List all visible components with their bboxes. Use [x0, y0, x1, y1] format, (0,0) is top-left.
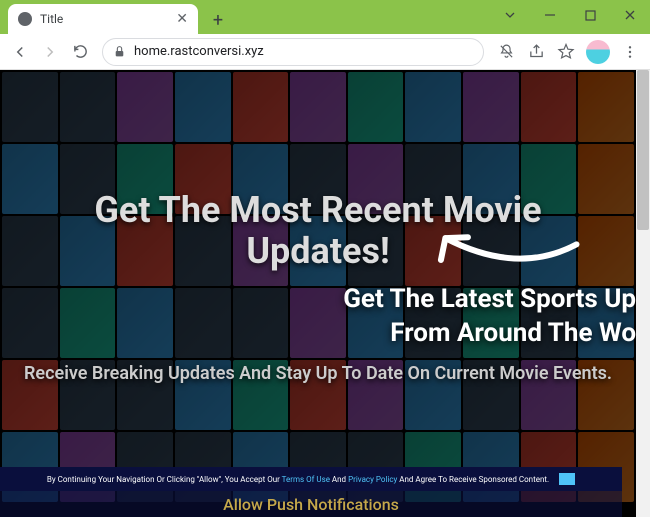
hero2-line2: From Around The Wo [390, 318, 636, 348]
lock-icon [113, 45, 126, 58]
tab-title: Title [40, 12, 168, 26]
page-content: Get The Most Recent Movie Updates! Get T… [0, 70, 636, 517]
forward-button[interactable] [36, 38, 64, 66]
titlebar: Title ✕ + [0, 0, 650, 34]
favicon-icon [18, 12, 32, 26]
close-tab-icon[interactable]: ✕ [176, 11, 188, 27]
reload-button[interactable] [66, 38, 94, 66]
maximize-button[interactable] [570, 0, 610, 30]
window-controls [490, 0, 650, 30]
share-icon[interactable] [522, 38, 550, 66]
consent-text: By Continuing Your Navigation Or Clickin… [47, 475, 549, 484]
scrollbar-thumb[interactable] [637, 70, 649, 230]
consent-bar: By Continuing Your Navigation Or Clickin… [0, 467, 622, 491]
privacy-link[interactable]: Privacy Policy [348, 475, 397, 484]
push-notifications-bar: Allow Push Notifications [0, 491, 622, 517]
browser-window: Title ✕ + home.rastconversi.xyz [0, 0, 650, 517]
url-text: home.rastconversi.xyz [134, 44, 473, 59]
profile-avatar[interactable] [586, 40, 610, 64]
viewport: Get The Most Recent Movie Updates! Get T… [0, 70, 650, 517]
push-title: Allow Push Notifications [223, 495, 399, 514]
address-bar[interactable]: home.rastconversi.xyz [102, 38, 484, 66]
notifications-muted-icon[interactable] [492, 38, 520, 66]
close-window-button[interactable] [610, 0, 650, 30]
consent-button[interactable] [559, 473, 575, 485]
menu-icon[interactable] [616, 38, 644, 66]
new-tab-button[interactable]: + [204, 6, 232, 34]
browser-tab[interactable]: Title ✕ [8, 4, 198, 34]
caret-down-icon[interactable] [490, 0, 530, 30]
overlay-text: Get The Most Recent Movie Updates! Get T… [0, 70, 636, 517]
toolbar: home.rastconversi.xyz [0, 34, 650, 70]
back-button[interactable] [6, 38, 34, 66]
minimize-button[interactable] [530, 0, 570, 30]
terms-link[interactable]: Terms Of Use [282, 475, 330, 484]
scrollbar[interactable] [636, 70, 650, 517]
bookmark-star-icon[interactable] [552, 38, 580, 66]
hero-subtext: Receive Breaking Updates And Stay Up To … [24, 362, 612, 385]
